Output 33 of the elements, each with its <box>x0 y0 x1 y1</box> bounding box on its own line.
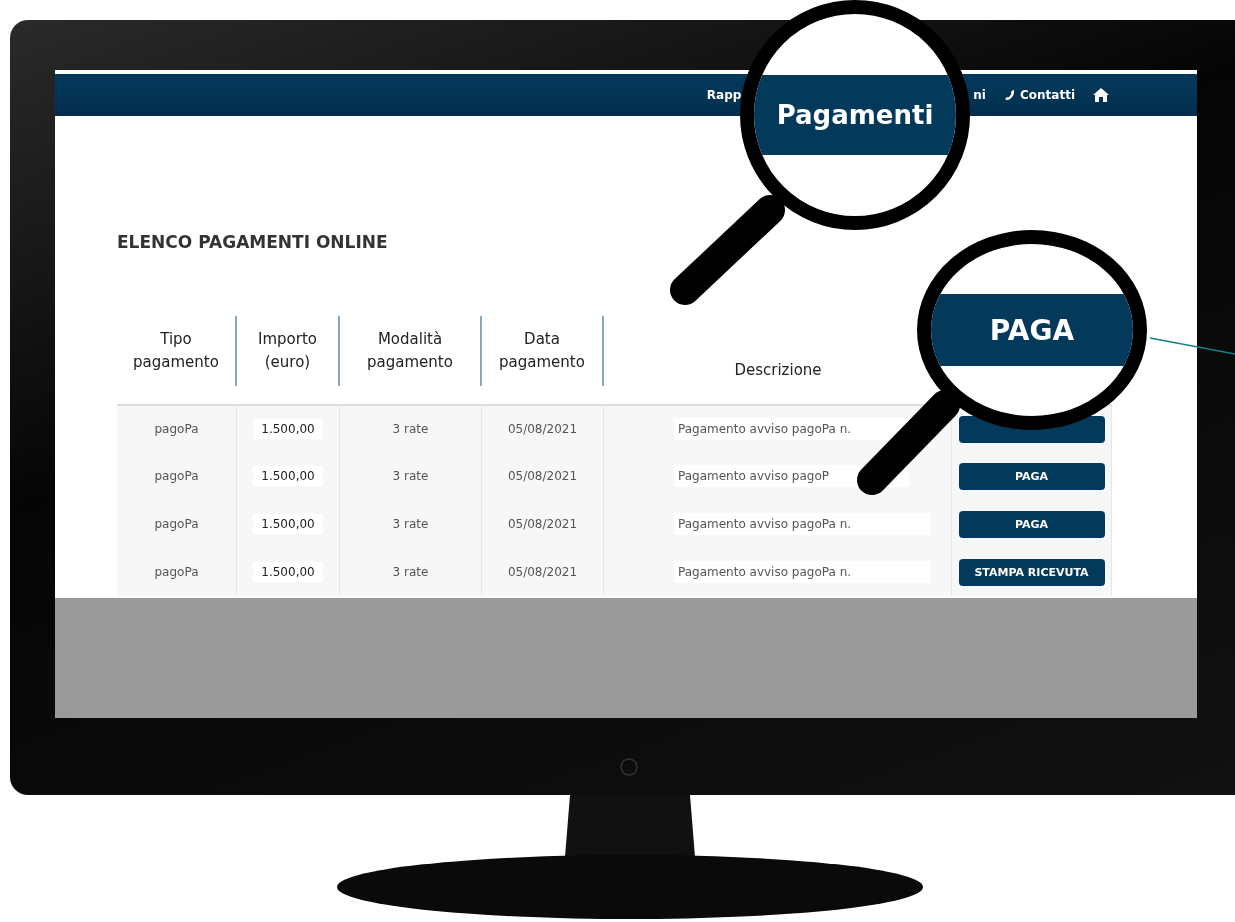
column-header: Tipo pagamento <box>117 316 237 386</box>
table-cell: 05/08/2021 <box>507 517 578 531</box>
column-header: Data pagamento <box>482 316 604 386</box>
nav-link[interactable]: Rapp <box>706 88 742 102</box>
table-cell: Pagamento avviso pagoPa n. <box>674 561 932 583</box>
table-cell: pagoPa <box>154 517 199 531</box>
table-cell: 3 rate <box>392 565 429 579</box>
table-cell: 1.500,00 <box>253 419 323 439</box>
table-cell: pagoPa <box>154 422 199 436</box>
home-icon[interactable] <box>1093 88 1109 102</box>
action-button[interactable]: STAMPA RICEVUTA <box>958 558 1105 586</box>
table-cell: pagoPa <box>154 469 199 483</box>
phone-icon <box>1004 89 1016 101</box>
action-button[interactable]: PAGA <box>958 462 1105 490</box>
table-cell: 1.500,00 <box>253 562 323 582</box>
table-cell: Pagamento avviso pagoPa n. <box>674 513 932 535</box>
page-title: ELENCO PAGAMENTI ONLINE <box>117 232 389 252</box>
nav-link[interactable]: Contatti <box>1004 88 1075 102</box>
column-header: Descrizione <box>733 359 823 381</box>
power-button-icon <box>617 757 641 777</box>
table-cell: 05/08/2021 <box>507 422 578 436</box>
action-button[interactable]: PAGA <box>958 510 1105 538</box>
table-cell: 1.500,00 <box>253 514 323 534</box>
table-cell: 3 rate <box>392 422 429 436</box>
table-cell: 05/08/2021 <box>507 469 578 483</box>
column-header: Modalità pagamento <box>340 316 482 386</box>
column-header: Importo (euro) <box>237 316 340 386</box>
table-cell: pagoPa <box>154 565 199 579</box>
nav-link[interactable]: ni <box>973 88 986 102</box>
table-cell: 1.500,00 <box>253 466 323 486</box>
table-cell: 3 rate <box>392 469 429 483</box>
table-cell: 05/08/2021 <box>507 565 578 579</box>
table-cell: 3 rate <box>392 517 429 531</box>
